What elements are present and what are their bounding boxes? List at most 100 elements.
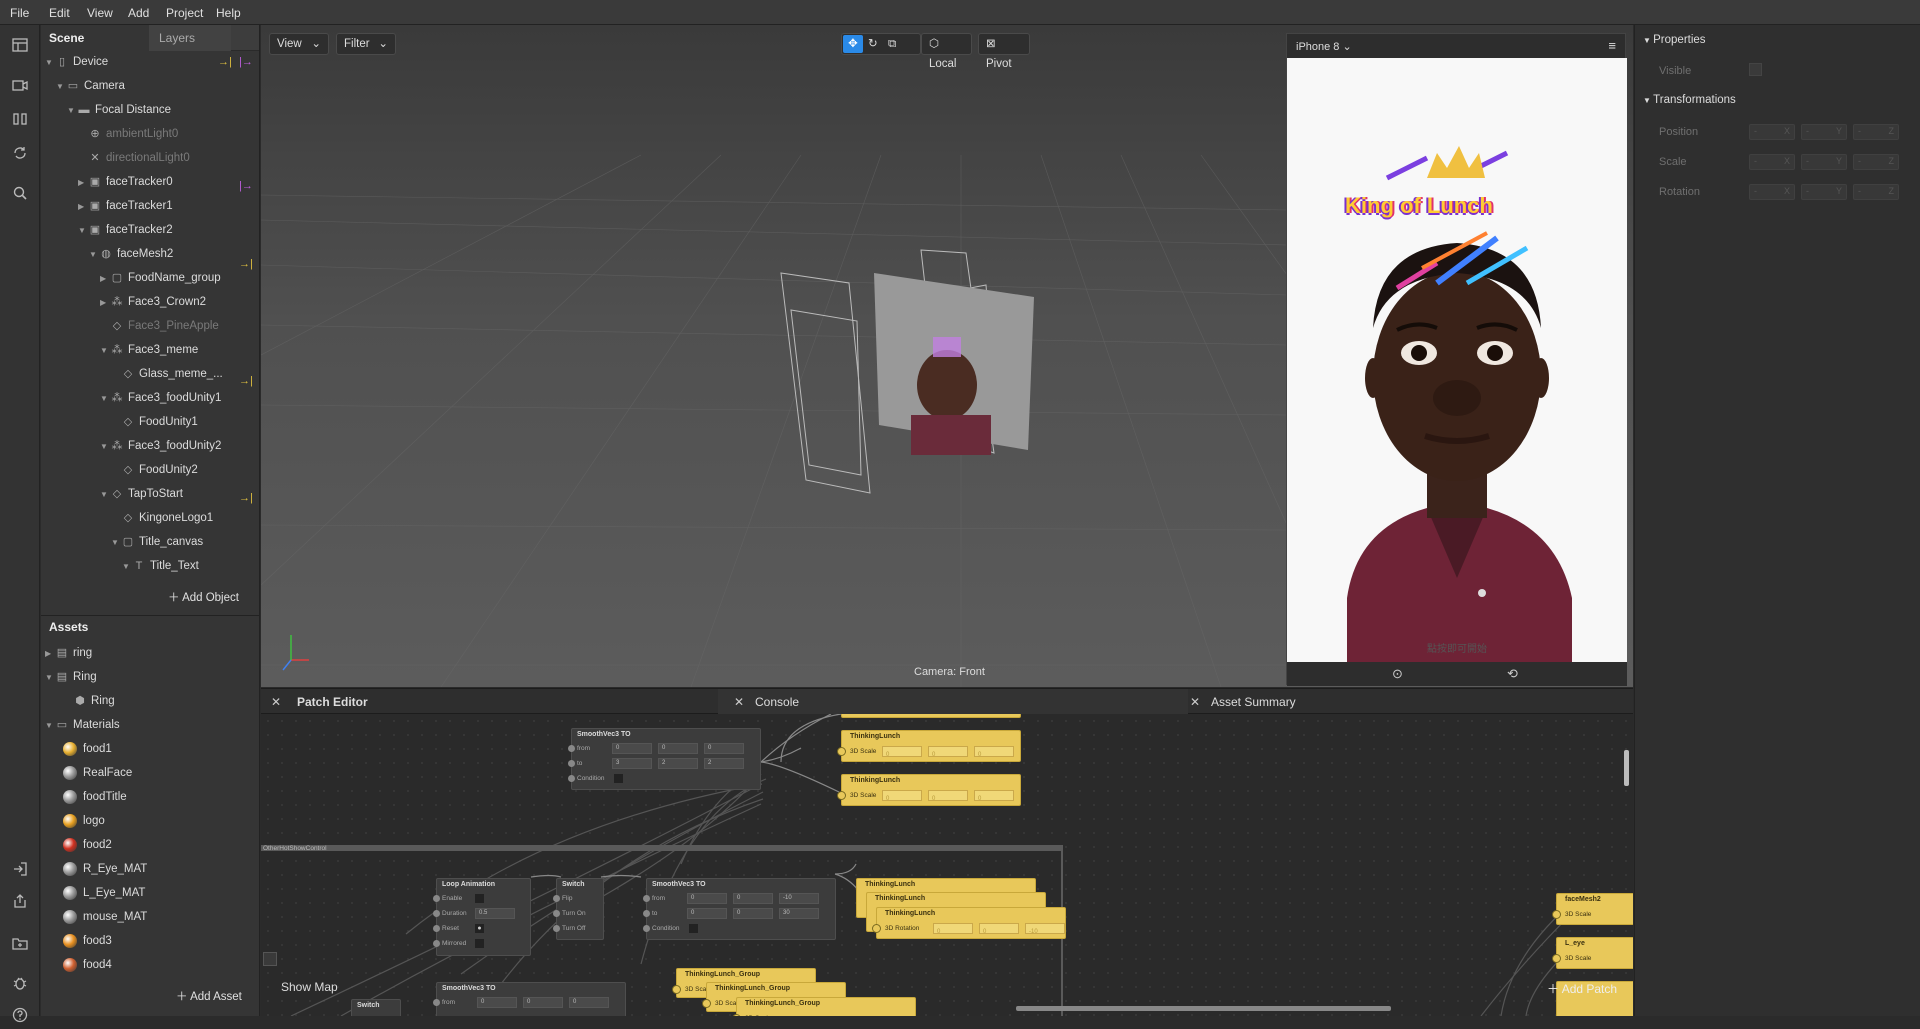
video-icon[interactable]: [10, 77, 30, 97]
transform-field[interactable]: -Y: [1801, 154, 1847, 170]
layout-icon[interactable]: [10, 37, 30, 57]
tree-item[interactable]: ◇ FoodUnity1: [111, 411, 198, 433]
menu-project[interactable]: Project: [166, 6, 203, 20]
input-port[interactable]: [553, 925, 560, 932]
menu-icon[interactable]: ≡: [1608, 38, 1616, 53]
input-port[interactable]: [837, 747, 846, 756]
smoothvec3-node[interactable]: SmoothVec3 TO from 0 0 0: [433, 982, 626, 1016]
chevron-down-icon[interactable]: ▼: [100, 436, 110, 458]
chevron-down-icon[interactable]: ▼: [100, 484, 110, 506]
smoothvec3-node[interactable]: SmoothVec3 TO from 0 0 -10 to 0 0 30 Con…: [643, 878, 836, 940]
asset-item[interactable]: foodTitle: [63, 786, 127, 808]
tree-item[interactable]: ◇ FoodUnity2: [111, 459, 198, 481]
menu-help[interactable]: Help: [216, 6, 241, 20]
refresh-icon[interactable]: [10, 145, 30, 165]
add-asset-button[interactable]: ＋ Add Asset: [176, 988, 242, 1004]
pause-icon[interactable]: [10, 111, 30, 131]
chevron-down-icon[interactable]: ▼: [78, 220, 88, 242]
tab-console[interactable]: Console: [755, 689, 799, 715]
screenshot-icon[interactable]: ⊙: [1392, 666, 1403, 682]
tree-item[interactable]: ▼ ▬ Focal Distance: [67, 99, 171, 121]
tab-scene[interactable]: Scene: [41, 25, 149, 51]
value-field[interactable]: 0: [933, 923, 973, 935]
chevron-down-icon[interactable]: ▼: [100, 388, 110, 410]
asset-item[interactable]: ▶ ▤ ring: [45, 642, 92, 664]
transform-field[interactable]: -Z: [1853, 184, 1899, 200]
tree-item[interactable]: ◇ Glass_meme_...: [111, 363, 223, 385]
tree-item[interactable]: ▼ ◍ faceMesh2: [89, 243, 173, 265]
phone-screen[interactable]: King of Lunch 點按即可開始: [1287, 58, 1627, 662]
asset-item[interactable]: logo: [63, 810, 105, 832]
chevron-down-icon[interactable]: ▼: [45, 52, 55, 74]
menu-add[interactable]: Add: [128, 6, 149, 20]
thinkinglunch-group-node[interactable]: ThinkingLunch_Group 3D Scale: [732, 997, 916, 1016]
add-object-button[interactable]: ＋ Add Object: [168, 589, 239, 605]
chevron-down-icon[interactable]: ▼: [67, 100, 77, 122]
input-port[interactable]: [433, 910, 440, 917]
show-map-button[interactable]: Show Map: [281, 980, 338, 994]
transformations-section[interactable]: ▼ Transformations: [1643, 94, 1736, 106]
switch-node[interactable]: Switch Flip Turn On Turn Off: [553, 878, 604, 940]
value-field[interactable]: 0: [882, 746, 922, 758]
device-dropdown[interactable]: iPhone 8 ⌄: [1296, 40, 1352, 53]
input-port[interactable]: [568, 745, 575, 752]
filter-dropdown[interactable]: Filter ⌄: [336, 33, 396, 55]
menu-edit[interactable]: Edit: [49, 6, 70, 20]
chevron-down-icon[interactable]: ▼: [45, 715, 55, 737]
transform-field[interactable]: -Y: [1801, 124, 1847, 140]
tree-item[interactable]: ▼ ▣ faceTracker2: [78, 219, 173, 241]
chevron-right-icon[interactable]: ▶: [45, 643, 55, 665]
value-field[interactable]: -10: [1025, 923, 1065, 935]
switch-node[interactable]: Switch: [351, 999, 401, 1016]
vertical-scrollbar[interactable]: [1624, 750, 1629, 786]
tab-asset-summary[interactable]: Asset Summary: [1211, 689, 1296, 715]
asset-item[interactable]: ▼ ▤ Ring: [45, 666, 97, 688]
value-field[interactable]: 0: [979, 923, 1019, 935]
tree-item[interactable]: ▼ ⁂ Face3_foodUnity1: [100, 387, 221, 409]
rotate-tool-icon[interactable]: ↻: [868, 34, 878, 54]
tree-item[interactable]: ▶ ▢ FoodName_group: [100, 267, 221, 289]
value-field[interactable]: 0: [928, 790, 968, 802]
tree-item[interactable]: ◇ Face3_PineApple: [100, 315, 219, 337]
properties-section[interactable]: ▼ Properties: [1643, 34, 1706, 46]
tree-item[interactable]: ▶ ▣ faceTracker1: [78, 195, 173, 217]
tree-item[interactable]: ▼ ▯ Device: [45, 51, 108, 73]
tree-item[interactable]: ▼ ⁂ Face3_foodUnity2: [100, 435, 221, 457]
patch-node-partial[interactable]: [841, 714, 1021, 718]
tree-item[interactable]: ▼ T Title_Text: [122, 555, 199, 577]
asset-item[interactable]: food2: [63, 834, 112, 856]
help-icon[interactable]: [10, 1007, 30, 1027]
smoothvec3-node[interactable]: SmoothVec3 TO from 0 0 0 to 3 2 2 Condit…: [568, 728, 761, 790]
value-field[interactable]: 0: [928, 746, 968, 758]
chevron-right-icon[interactable]: ▶: [78, 196, 88, 218]
input-port[interactable]: [872, 924, 881, 933]
asset-item[interactable]: food1: [63, 738, 112, 760]
value-field[interactable]: 0: [882, 790, 922, 802]
chevron-down-icon[interactable]: ▼: [111, 532, 121, 554]
close-icon[interactable]: ✕: [271, 689, 281, 715]
folder-export-icon[interactable]: [10, 935, 30, 955]
menu-view[interactable]: View: [87, 6, 113, 20]
transform-field[interactable]: -X: [1749, 124, 1795, 140]
chevron-down-icon[interactable]: ▼: [56, 76, 66, 98]
input-port[interactable]: [433, 999, 440, 1006]
chevron-down-icon[interactable]: ▼: [45, 667, 55, 689]
transform-field[interactable]: -Z: [1853, 154, 1899, 170]
input-port[interactable]: [1552, 954, 1561, 963]
tab-layers[interactable]: Layers: [149, 25, 231, 51]
login-icon[interactable]: [10, 861, 30, 881]
chevron-down-icon[interactable]: ▼: [89, 244, 99, 266]
scale-tool-icon[interactable]: ⧉: [888, 34, 896, 54]
asset-item[interactable]: ⬢ Ring: [63, 690, 114, 712]
chevron-down-icon[interactable]: ▼: [100, 340, 110, 362]
transform-field[interactable]: -X: [1749, 184, 1795, 200]
tree-item[interactable]: ▶ ⁂ Face3_Crown2: [100, 291, 206, 313]
input-port[interactable]: [553, 910, 560, 917]
pivot-toggle[interactable]: ⊠ Pivot: [978, 33, 1030, 70]
mirrored-checkbox[interactable]: [475, 939, 484, 948]
search-icon[interactable]: [10, 185, 30, 205]
transform-field[interactable]: -Z: [1853, 124, 1899, 140]
thinkinglunch-node[interactable]: ThinkingLunch 3D Rotation 0 0 -10: [872, 907, 1066, 939]
loop-animation-node[interactable]: Loop Animation Enable Duration 0.5 Reset ●…: [433, 878, 531, 956]
bug-icon[interactable]: [10, 975, 30, 995]
